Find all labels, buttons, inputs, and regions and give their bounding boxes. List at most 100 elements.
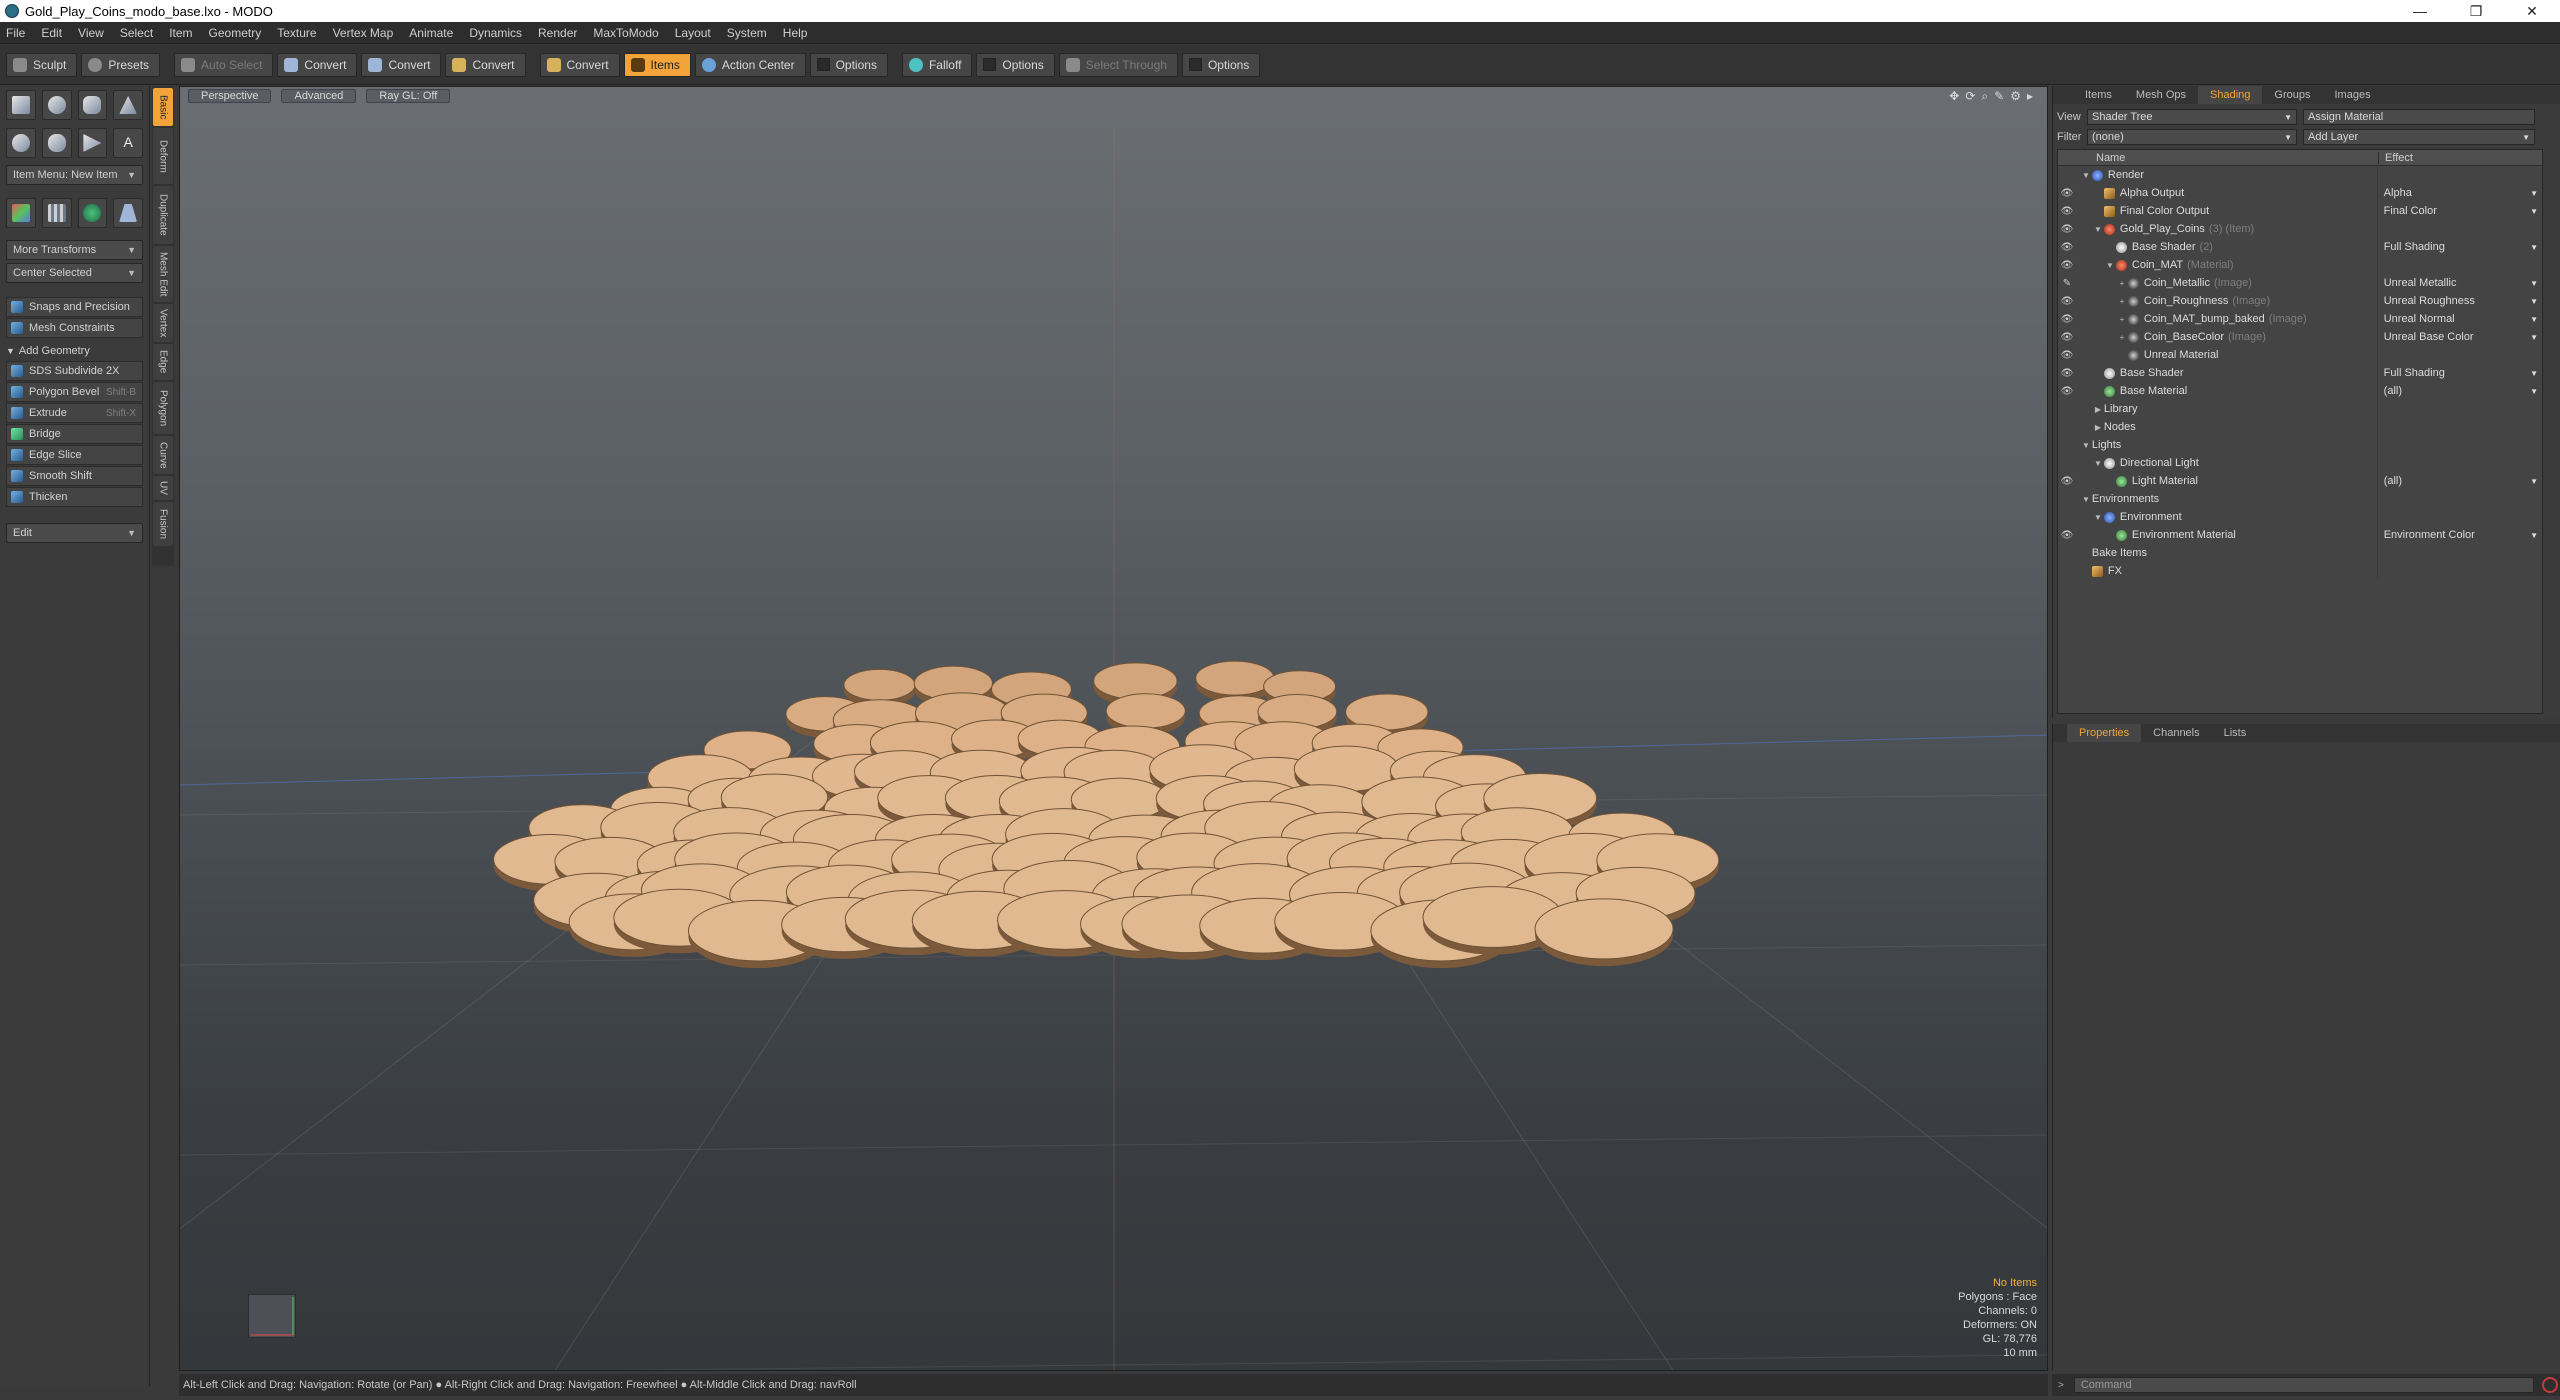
polygon-bevel-button[interactable]: Polygon Bevel Shift-B: [6, 382, 143, 402]
falloff-button[interactable]: Falloff: [901, 52, 973, 77]
chevron-down-icon[interactable]: ▼: [2530, 531, 2538, 540]
action-center-button[interactable]: Action Center: [694, 52, 806, 77]
shader-tree-row[interactable]: 👁 Environment Material Environment Color ▼: [2058, 526, 2542, 544]
sphere-tool-button[interactable]: [41, 90, 72, 120]
visibility-eye-icon[interactable]: 👁: [2058, 476, 2076, 487]
expand-triangle-icon[interactable]: ▼: [2092, 225, 2104, 234]
presets-button[interactable]: Presets: [81, 52, 161, 77]
shader-tree-row[interactable]: 👁 Unreal Material: [2058, 346, 2542, 364]
cylinder-tool-button[interactable]: [77, 90, 108, 120]
tab-items[interactable]: Items: [2073, 86, 2124, 104]
visibility-eye-icon[interactable]: 👁: [2058, 314, 2076, 325]
expand-triangle-icon[interactable]: ▼: [2080, 441, 2092, 450]
vtab-uv[interactable]: UV: [153, 476, 173, 500]
chevron-down-icon[interactable]: ▼: [2530, 369, 2538, 378]
visibility-eye-icon[interactable]: 👁: [2058, 386, 2076, 397]
vtab-mesh-edit[interactable]: Mesh Edit: [153, 246, 173, 302]
grid-tool-button[interactable]: [41, 198, 72, 228]
tab-groups[interactable]: Groups: [2262, 86, 2322, 104]
close-icon[interactable]: ✕: [2504, 0, 2560, 22]
menu-help[interactable]: Help: [783, 26, 808, 40]
tab-images[interactable]: Images: [2323, 86, 2383, 104]
shader-tree-row[interactable]: ✎ + Coin_Metallic (Image) Unreal Metallic ▼: [2058, 274, 2542, 292]
menu-layout[interactable]: Layout: [675, 26, 711, 40]
visibility-eye-icon[interactable]: ✎: [2058, 278, 2076, 289]
tab-properties[interactable]: Properties: [2067, 724, 2142, 742]
chevron-down-icon[interactable]: ▼: [2530, 243, 2538, 252]
effect-cell[interactable]: Unreal Base Color ▼: [2376, 328, 2542, 346]
shader-tree-row[interactable]: 👁 + Coin_BaseColor (Image) Unreal Base Color…: [2058, 328, 2542, 346]
visibility-eye-icon[interactable]: 👁: [2058, 260, 2076, 271]
chevron-down-icon[interactable]: ▼: [2530, 297, 2538, 306]
snaps-precision-button[interactable]: Snaps and Precision: [6, 297, 143, 317]
menu-texture[interactable]: Texture: [277, 26, 316, 40]
visibility-eye-icon[interactable]: 👁: [2058, 368, 2076, 379]
vtab-deform[interactable]: Deform: [153, 128, 173, 184]
effect-cell[interactable]: Alpha ▼: [2376, 184, 2542, 202]
pen-tool-button[interactable]: [77, 128, 108, 158]
shader-tree-row[interactable]: 👁 Alpha Output Alpha ▼: [2058, 184, 2542, 202]
effect-cell[interactable]: Unreal Roughness ▼: [2376, 292, 2542, 310]
expand-triangle-icon[interactable]: ▼: [2080, 495, 2092, 504]
shader-tree-row[interactable]: 👁 Final Color Output Final Color ▼: [2058, 202, 2542, 220]
effect-cell[interactable]: Full Shading ▼: [2376, 364, 2542, 382]
cube-tool-button[interactable]: [6, 90, 36, 120]
vtab-fusion[interactable]: Fusion: [153, 502, 173, 546]
sculpt-button[interactable]: Sculpt: [6, 52, 78, 77]
menu-edit[interactable]: Edit: [41, 26, 62, 40]
expand-triangle-icon[interactable]: +: [2116, 315, 2128, 324]
extrude-button[interactable]: Extrude Shift-X: [6, 403, 143, 423]
bridge-button[interactable]: Bridge: [6, 424, 143, 444]
visibility-eye-icon[interactable]: 👁: [2058, 332, 2076, 343]
view-select[interactable]: Shader Tree ▼: [2087, 109, 2297, 125]
shader-tree-row[interactable]: ▼ Render: [2058, 166, 2542, 184]
visibility-eye-icon[interactable]: 👁: [2058, 350, 2076, 361]
effect-column-header[interactable]: Effect: [2378, 151, 2413, 164]
visibility-eye-icon[interactable]: 👁: [2058, 242, 2076, 253]
convert-materials-button[interactable]: Convert: [539, 52, 620, 77]
select-through-options-button[interactable]: Options: [1181, 52, 1261, 77]
shader-tree-row[interactable]: 👁 + Coin_MAT_bump_baked (Image) Unreal Norma…: [2058, 310, 2542, 328]
menu-file[interactable]: File: [6, 26, 25, 40]
move-tool-button[interactable]: [6, 198, 36, 228]
smooth-shift-button[interactable]: Smooth Shift: [6, 466, 143, 486]
chevron-down-icon[interactable]: ▼: [2530, 315, 2538, 324]
brush-icon[interactable]: ✎: [1994, 89, 2004, 104]
vtab-vertex[interactable]: Vertex: [153, 304, 173, 342]
cone-tool-button[interactable]: [113, 90, 143, 120]
edit-dropdown[interactable]: Edit ▼: [6, 523, 143, 543]
shader-tree-row[interactable]: FX: [2058, 562, 2542, 580]
item-menu-dropdown[interactable]: Item Menu: New Item ▼: [6, 165, 143, 185]
scale-tool-button[interactable]: [113, 198, 143, 228]
center-selected-dropdown[interactable]: Center Selected ▼: [6, 263, 143, 283]
expand-triangle-icon[interactable]: ▶: [2092, 405, 2104, 414]
effect-cell[interactable]: Unreal Normal ▼: [2376, 310, 2542, 328]
chevron-down-icon[interactable]: ▼: [2530, 207, 2538, 216]
effect-cell[interactable]: (all) ▼: [2376, 472, 2542, 490]
menu-geometry[interactable]: Geometry: [209, 26, 262, 40]
expand-triangle-icon[interactable]: +: [2116, 333, 2128, 342]
tab-mesh-ops[interactable]: Mesh Ops: [2124, 86, 2198, 104]
add-geometry-section[interactable]: ▼ Add Geometry: [6, 342, 143, 360]
shader-tree-row[interactable]: 👁 Light Material (all) ▼: [2058, 472, 2542, 490]
visibility-eye-icon[interactable]: 👁: [2058, 188, 2076, 199]
effect-cell[interactable]: Full Shading ▼: [2376, 238, 2542, 256]
menu-select[interactable]: Select: [120, 26, 153, 40]
chevron-down-icon[interactable]: ▼: [2530, 189, 2538, 198]
vtab-polygon[interactable]: Polygon: [153, 382, 173, 434]
convert-edges-button[interactable]: Convert: [361, 52, 442, 77]
shader-tree-row[interactable]: ▶ Nodes: [2058, 418, 2542, 436]
tab-lists[interactable]: Lists: [2212, 724, 2259, 742]
shader-tree-row[interactable]: Bake Items: [2058, 544, 2542, 562]
shader-tree-row[interactable]: ▼ Environments: [2058, 490, 2542, 508]
ray-gl-tab[interactable]: Ray GL: Off: [366, 89, 451, 103]
shader-tree-row[interactable]: 👁 ▼ Coin_MAT (Material): [2058, 256, 2542, 274]
restore-icon[interactable]: ❐: [2448, 0, 2504, 22]
orbit-icon[interactable]: ⟳: [1965, 89, 1975, 104]
menu-view[interactable]: View: [78, 26, 104, 40]
shader-tree-row[interactable]: ▼ Lights: [2058, 436, 2542, 454]
add-layer-dropdown[interactable]: Add Layer ▼: [2303, 129, 2535, 145]
expand-triangle-icon[interactable]: ▶: [2092, 423, 2104, 432]
expand-triangle-icon[interactable]: ▼: [2092, 459, 2104, 468]
auto-select-button[interactable]: Auto Select: [174, 52, 274, 77]
